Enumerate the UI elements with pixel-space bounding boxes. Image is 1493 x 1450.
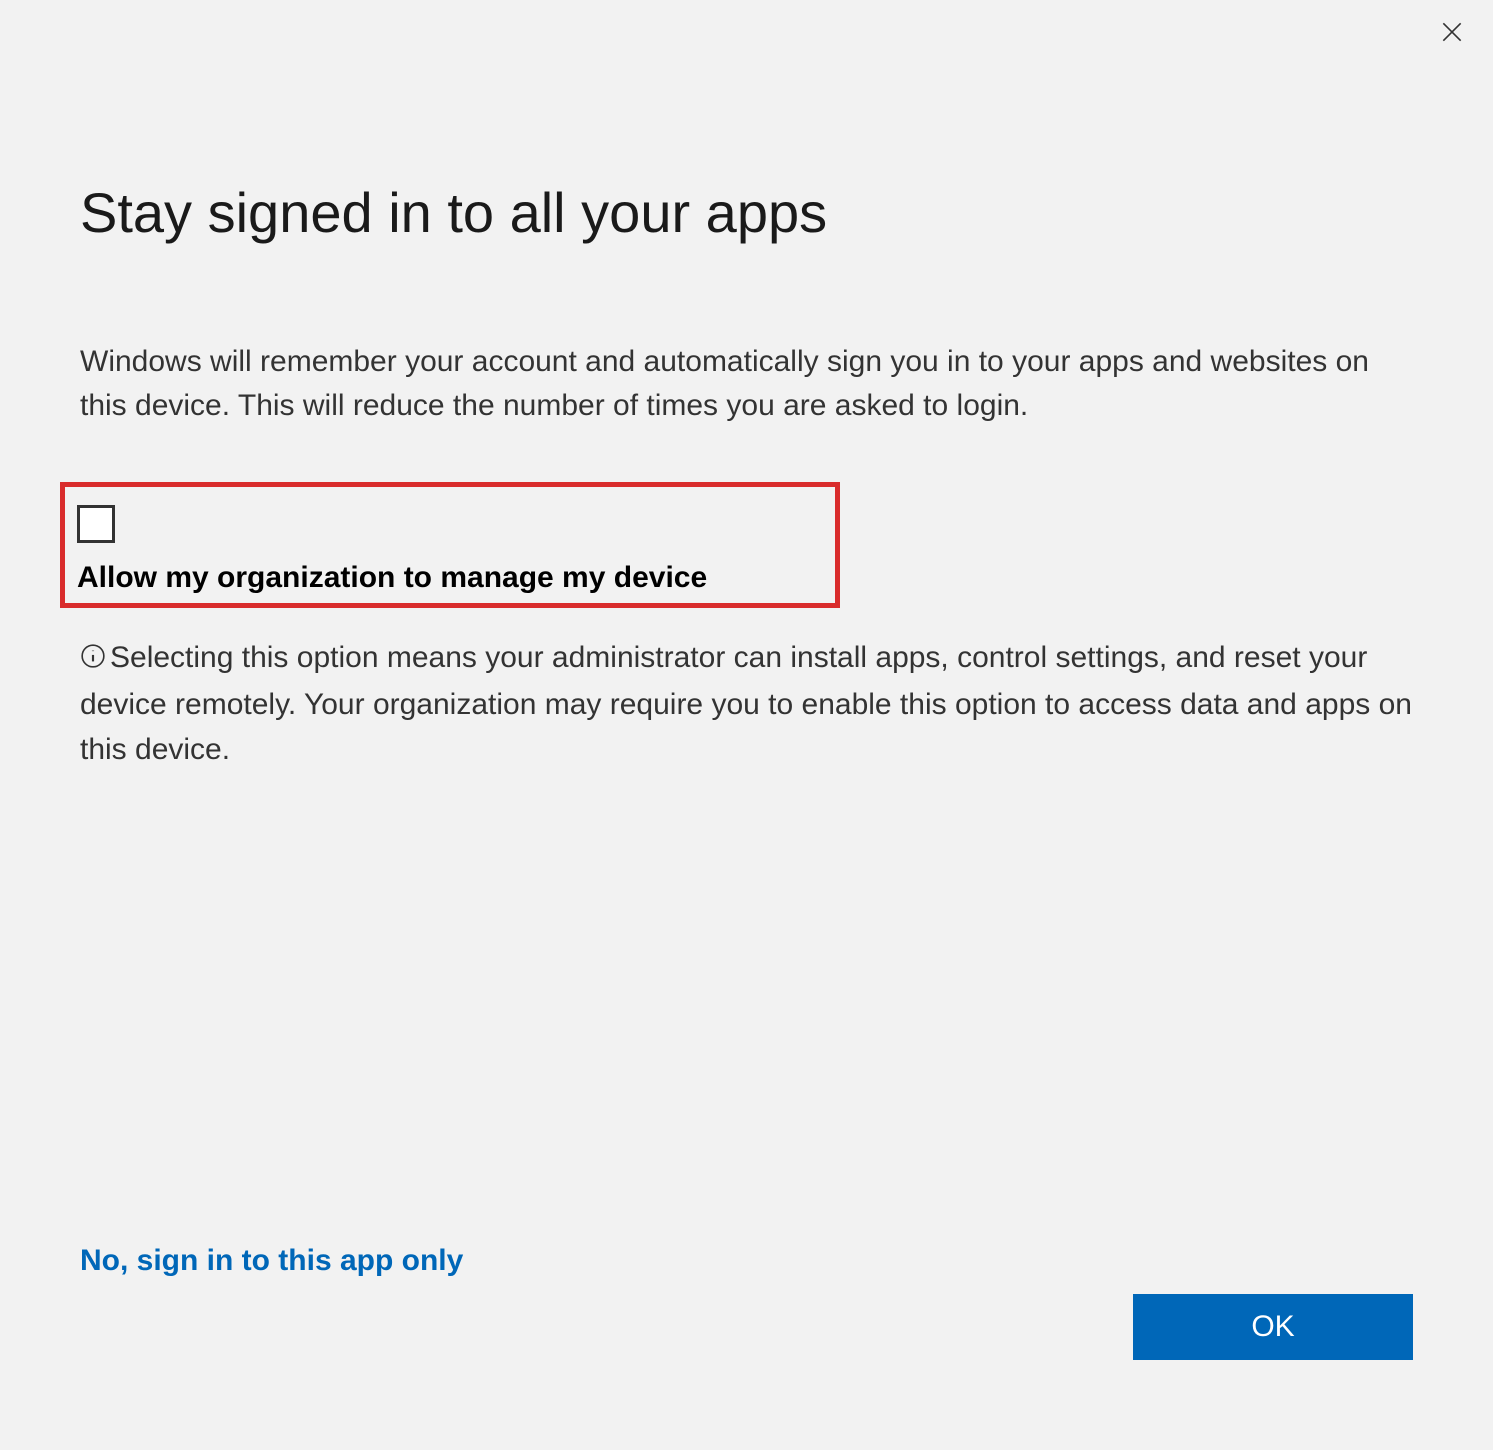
info-text: Selecting this option means your adminis…	[80, 635, 1413, 772]
dialog-content: Stay signed in to all your apps Windows …	[0, 0, 1493, 772]
ok-button[interactable]: OK	[1133, 1294, 1413, 1360]
info-icon	[80, 637, 106, 682]
footer-inner: No, sign in to this app only OK	[80, 1244, 1413, 1360]
allow-manage-checkbox[interactable]	[77, 505, 115, 543]
dialog-description: Windows will remember your account and a…	[80, 340, 1413, 427]
checkbox-highlight-area: Allow my organization to manage my devic…	[60, 482, 840, 608]
close-button[interactable]	[1436, 18, 1468, 50]
close-icon	[1439, 19, 1465, 50]
signin-dialog: Stay signed in to all your apps Windows …	[0, 0, 1493, 1450]
dialog-footer: No, sign in to this app only OK	[80, 1244, 1413, 1360]
signin-app-only-link[interactable]: No, sign in to this app only	[80, 1244, 463, 1278]
checkbox-row: Allow my organization to manage my devic…	[77, 505, 823, 595]
dialog-title: Stay signed in to all your apps	[80, 180, 1413, 245]
checkbox-label: Allow my organization to manage my devic…	[77, 561, 707, 595]
info-text-content: Selecting this option means your adminis…	[80, 641, 1412, 766]
